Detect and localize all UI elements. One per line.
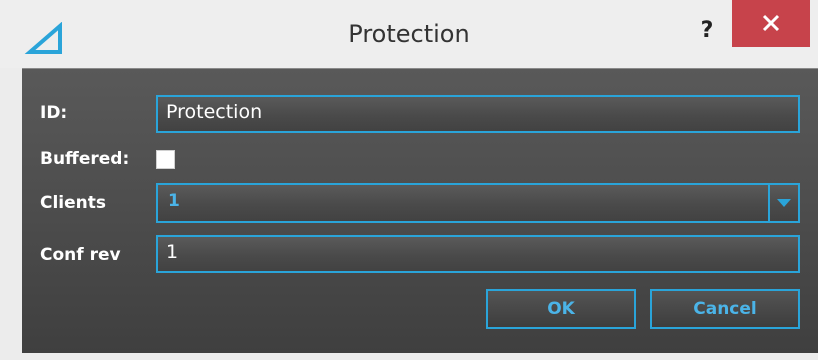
close-button[interactable] — [732, 0, 810, 47]
form-panel: ID: Protection Buffered: Clients 1 Conf … — [22, 68, 818, 353]
close-icon — [762, 14, 780, 32]
ok-button[interactable]: OK — [486, 289, 636, 329]
id-field-value: Protection — [166, 101, 263, 123]
buffered-label: Buffered: — [40, 149, 130, 169]
id-label: ID: — [40, 103, 68, 123]
buffered-checkbox[interactable] — [156, 150, 175, 169]
conf-rev-field[interactable]: 1 — [156, 235, 800, 273]
help-button[interactable]: ? — [690, 14, 724, 48]
conf-rev-label: Conf rev — [40, 245, 121, 265]
id-field[interactable]: Protection — [156, 95, 800, 133]
conf-rev-field-value: 1 — [166, 241, 179, 263]
chevron-down-icon — [777, 199, 791, 207]
clients-selected-value: 1 — [168, 191, 180, 211]
clients-label: Clients — [40, 193, 107, 213]
title-bar[interactable]: Protection ? — [0, 0, 818, 68]
protection-dialog: Protection ? ID: Protection Buffered: Cl… — [0, 0, 818, 360]
dropdown-toggle[interactable] — [768, 185, 798, 221]
cancel-button[interactable]: Cancel — [650, 289, 800, 329]
clients-dropdown[interactable]: 1 — [156, 183, 800, 223]
